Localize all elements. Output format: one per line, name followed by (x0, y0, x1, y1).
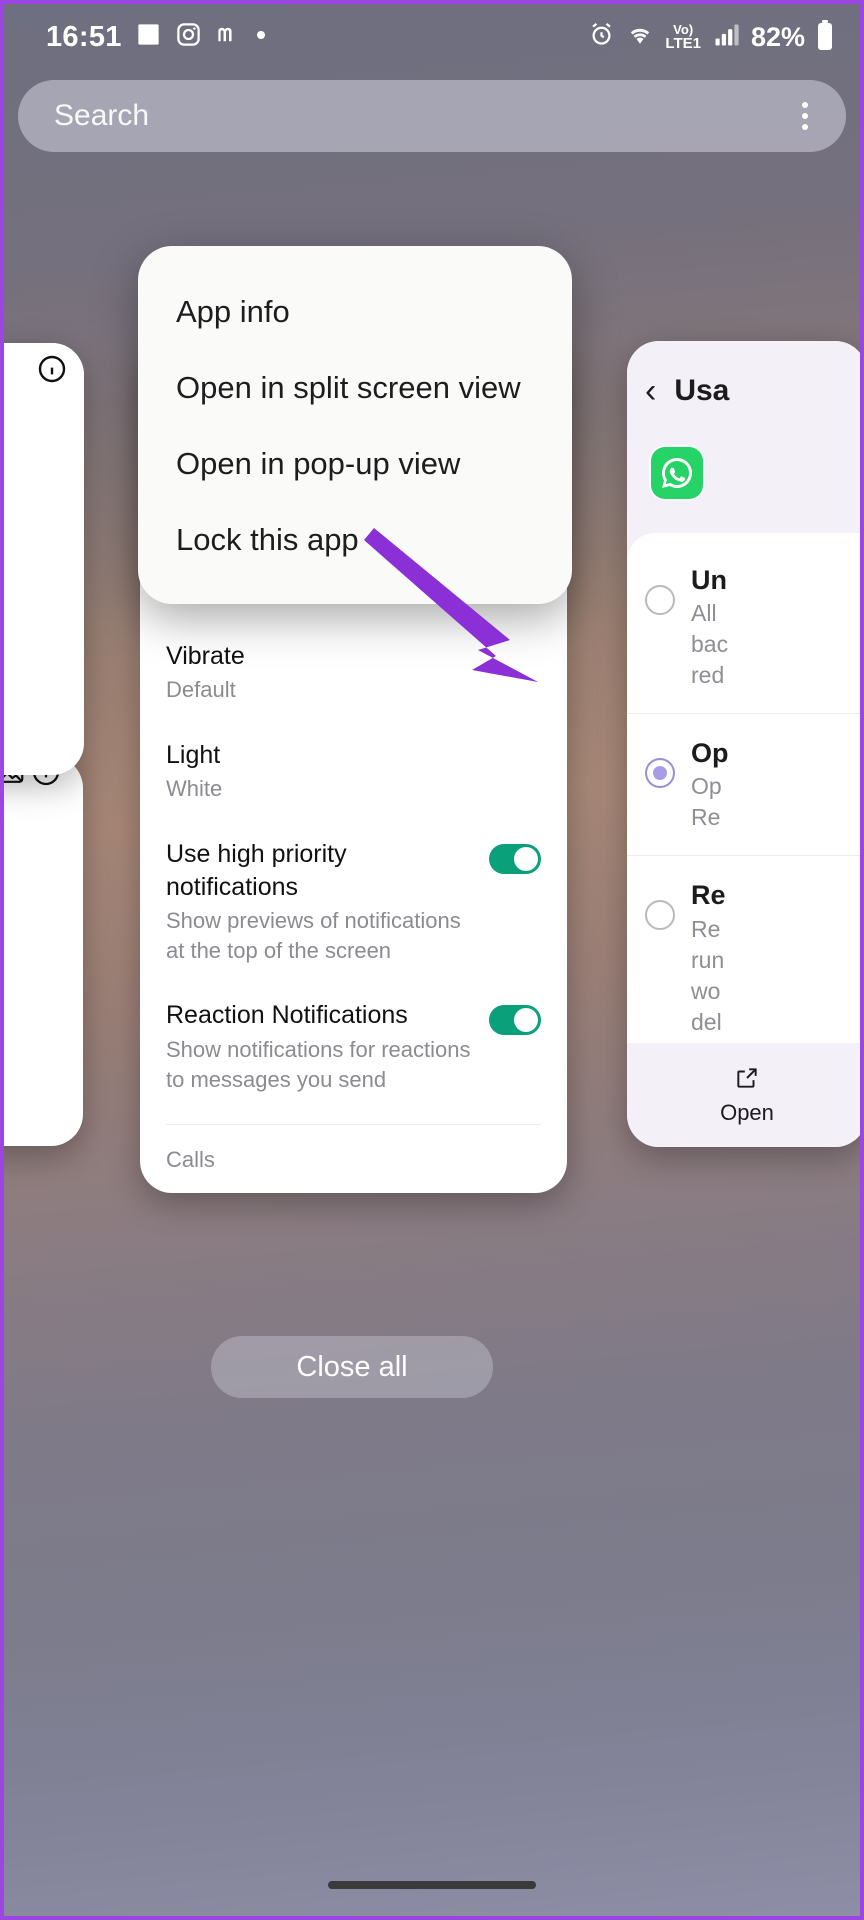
phone-screen: ‹ Usa Un All bac red Op Op Re Re Re run … (0, 0, 864, 1920)
open-label: Open (720, 1099, 774, 1125)
settings-row-title: Use high priority notifications (166, 840, 347, 901)
plus-circle-icon[interactable] (30, 758, 62, 792)
back-icon[interactable]: ‹ (645, 372, 656, 411)
battery-percent: 82% (750, 21, 805, 52)
usage-option-title: Un (691, 565, 727, 595)
search-input[interactable]: Search (54, 99, 149, 133)
settings-row-ringtone[interactable]: Ringtone Default (Galaxy Bells) (140, 1179, 567, 1193)
image-icon[interactable] (0, 763, 30, 792)
info-icon[interactable] (36, 353, 68, 390)
menu-item-app-info[interactable]: App info (138, 274, 572, 350)
battery-icon (816, 19, 834, 55)
settings-row-subtitle: White (166, 776, 223, 802)
settings-row-reaction-notifications[interactable]: Reaction Notifications Show notification… (140, 981, 567, 1110)
dot-icon (255, 28, 267, 46)
usage-option-subtitle: All bac red (691, 600, 729, 689)
settings-row-title: Reaction Notifications (166, 1001, 408, 1030)
settings-row-high-priority[interactable]: Use high priority notifications Show pre… (140, 820, 567, 981)
close-all-button[interactable]: Close all (211, 1336, 493, 1398)
recent-app-card-left-lower[interactable] (0, 756, 83, 1146)
status-time: 16:51 (46, 20, 122, 53)
settings-row-title: Light (166, 740, 221, 769)
usage-options-list: Un All bac red Op Op Re Re Re run wo del (627, 533, 864, 1074)
toggle-high-priority[interactable] (489, 844, 541, 875)
instagram-icon (175, 21, 202, 53)
usage-option-row[interactable]: Un All bac red (627, 541, 864, 713)
settings-section-header-calls: Calls (166, 1147, 215, 1173)
gallery-icon (135, 21, 162, 53)
home-indicator[interactable] (328, 1881, 536, 1889)
settings-row-subtitle: Show notifications for reactions to mess… (166, 1036, 471, 1092)
usage-option-row[interactable]: Re Re run wo del (627, 855, 864, 1059)
radio-optimized[interactable] (645, 758, 675, 789)
settings-row-light[interactable]: Light White (140, 721, 567, 820)
m-app-icon (215, 21, 242, 53)
recent-app-card-usage-settings[interactable]: ‹ Usa Un All bac red Op Op Re Re Re run … (627, 341, 864, 1147)
radio-restricted[interactable] (645, 900, 675, 931)
usage-card-footer[interactable]: Open (627, 1043, 864, 1147)
instagram-card-topbar (0, 343, 84, 399)
volte-icon: Vo) LTE1 (665, 22, 701, 52)
recent-app-card-instagram[interactable] (0, 343, 84, 775)
alarm-icon (588, 21, 615, 53)
annotation-arrow (364, 528, 538, 682)
usage-card-header: ‹ Usa (627, 341, 864, 441)
usage-option-subtitle: Re run wo del (691, 915, 725, 1035)
status-bar-left: 16:51 (46, 21, 267, 54)
radio-unrestricted[interactable] (645, 585, 675, 615)
usage-option-title: Re (691, 880, 726, 911)
whatsapp-icon (651, 447, 703, 499)
menu-item-popup-view[interactable]: Open in pop-up view (138, 426, 572, 502)
settings-row-subtitle: Show previews of notifications at the to… (166, 908, 461, 963)
usage-option-subtitle: Op Re (691, 773, 722, 831)
more-options-icon[interactable] (792, 94, 818, 138)
status-bar: 16:51 Vo) LTE1 82% (0, 0, 864, 74)
wifi-icon (626, 21, 654, 54)
navigation-bar (0, 1850, 864, 1920)
status-bar-right: Vo) LTE1 82% (588, 19, 834, 55)
menu-item-split-screen[interactable]: Open in split screen view (138, 350, 572, 426)
search-bar[interactable]: Search (18, 80, 846, 152)
signal-icon (712, 21, 740, 54)
open-external-icon[interactable] (734, 1065, 760, 1096)
usage-option-row[interactable]: Op Op Re (627, 713, 864, 855)
toggle-reaction-notifications[interactable] (489, 1005, 541, 1036)
usage-option-title: Op (691, 738, 729, 769)
usage-card-title: Usa (674, 374, 730, 407)
